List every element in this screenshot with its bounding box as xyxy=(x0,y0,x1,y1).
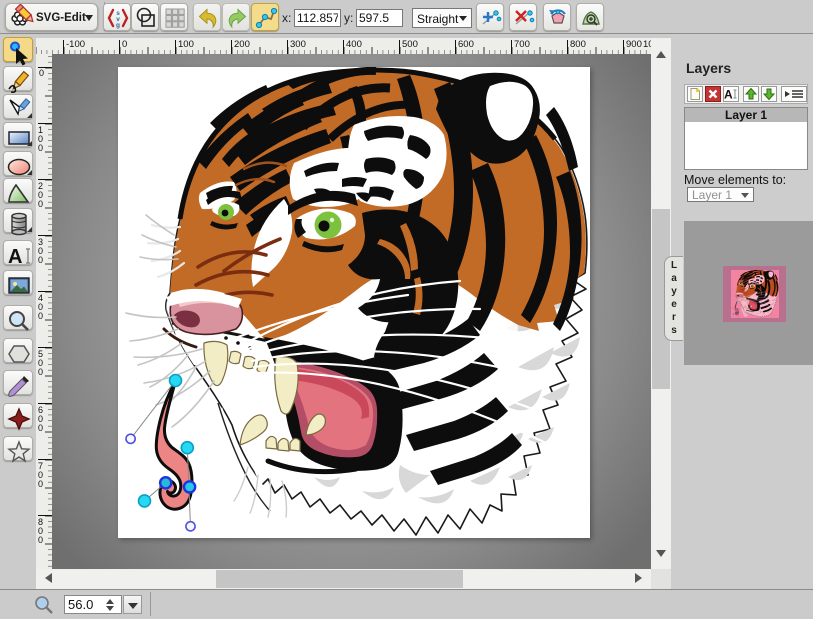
svg-text:g: g xyxy=(116,22,120,29)
svg-text:0: 0 xyxy=(38,199,43,209)
svg-text:700: 700 xyxy=(514,39,530,50)
svg-text:0: 0 xyxy=(38,255,43,265)
svg-text:A: A xyxy=(8,246,22,268)
svg-text:10: 10 xyxy=(643,39,651,50)
svg-text:-100: -100 xyxy=(66,39,85,50)
svg-text:0: 0 xyxy=(38,143,43,153)
svg-text:0: 0 xyxy=(38,479,43,489)
svg-text:300: 300 xyxy=(290,39,306,50)
svg-text:0: 0 xyxy=(122,39,127,50)
svg-text:0: 0 xyxy=(38,311,43,321)
svg-text:900: 900 xyxy=(626,39,642,50)
svg-text:A: A xyxy=(724,88,733,102)
svg-text:200: 200 xyxy=(234,39,250,50)
svg-text:600: 600 xyxy=(458,39,474,50)
svg-text:400: 400 xyxy=(346,39,362,50)
svg-text:800: 800 xyxy=(570,39,586,50)
svg-text:0: 0 xyxy=(38,367,43,377)
svg-text:100: 100 xyxy=(178,39,194,50)
svg-text:0: 0 xyxy=(38,423,43,433)
svg-text:0: 0 xyxy=(39,68,44,78)
svg-text:0: 0 xyxy=(38,535,43,545)
svg-text:500: 500 xyxy=(402,39,418,50)
